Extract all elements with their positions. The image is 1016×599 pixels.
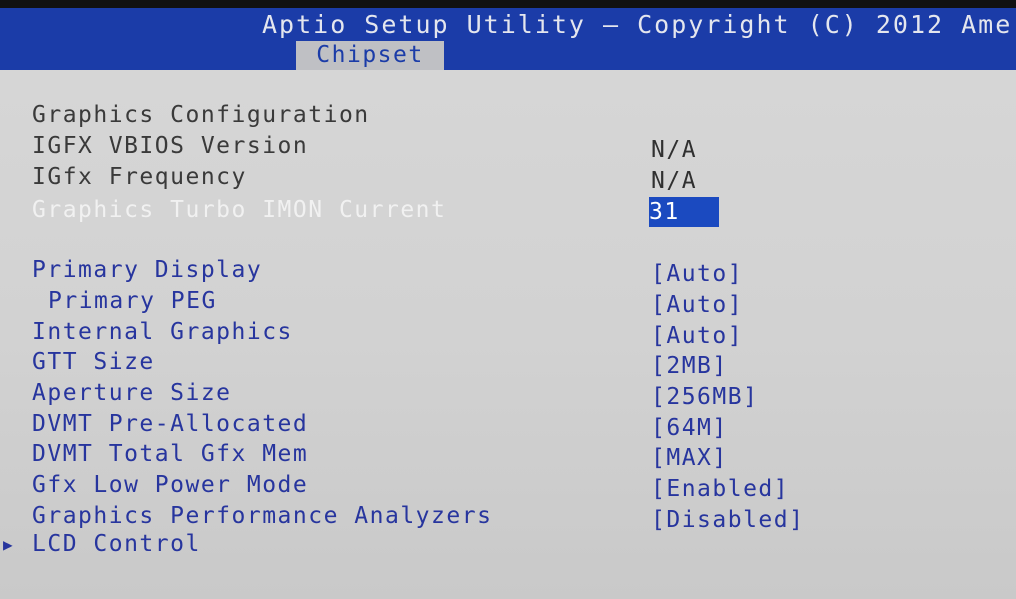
setting-row-graphics-performance-analyzers[interactable]: Graphics Performance Analyzers [Disabled… — [0, 503, 1016, 533]
setting-row-internal-graphics[interactable]: Internal Graphics [Auto] — [0, 319, 1016, 349]
section-title: Graphics Configuration — [32, 102, 370, 128]
bios-header: Aptio Setup Utility – Copyright (C) 2012… — [0, 8, 1016, 70]
setting-row-dvmt-pre-allocated[interactable]: DVMT Pre-Allocated [64M] — [0, 411, 1016, 441]
setting-value[interactable]: [Auto] — [651, 323, 743, 349]
setting-value[interactable]: [Auto] — [651, 292, 743, 318]
setting-row-dvmt-total-gfx-mem[interactable]: DVMT Total Gfx Mem [MAX] — [0, 441, 1016, 471]
setting-label: Gfx Low Power Mode — [32, 472, 309, 498]
setting-value[interactable]: [64M] — [651, 415, 728, 441]
info-row-igfx-frequency: IGfx Frequency N/A — [0, 164, 1016, 194]
setting-row-gtt-size[interactable]: GTT Size [2MB] — [0, 349, 1016, 379]
setting-row-aperture-size[interactable]: Aperture Size [256MB] — [0, 380, 1016, 410]
setting-row-gfx-low-power-mode[interactable]: Gfx Low Power Mode [Enabled] — [0, 472, 1016, 502]
setting-label: Primary PEG — [48, 288, 217, 314]
setting-label: Aperture Size — [32, 380, 232, 406]
setting-label: DVMT Pre-Allocated — [32, 411, 309, 437]
info-value: N/A — [651, 168, 698, 194]
submenu-lcd-control[interactable]: ▶ LCD Control — [0, 531, 1016, 561]
setting-row-primary-display[interactable]: Primary Display [Auto] — [0, 257, 1016, 287]
setting-value[interactable]: [Disabled] — [651, 507, 804, 533]
info-label: IGfx Frequency — [32, 164, 247, 190]
bios-title: Aptio Setup Utility – Copyright (C) 2012… — [262, 10, 1013, 39]
submenu-label: LCD Control — [32, 531, 201, 557]
setting-label: Primary Display — [32, 257, 263, 283]
setting-label: Graphics Turbo IMON Current — [32, 197, 447, 223]
setting-value[interactable]: [Enabled] — [651, 476, 789, 502]
info-label: IGFX VBIOS Version — [32, 133, 309, 159]
setting-value[interactable]: [Auto] — [651, 261, 743, 287]
setting-label: Internal Graphics — [32, 319, 293, 345]
setting-value[interactable]: [MAX] — [651, 445, 728, 471]
setting-label: Graphics Performance Analyzers — [32, 503, 493, 529]
setting-value[interactable]: [256MB] — [651, 384, 758, 410]
settings-panel: Graphics Configuration IGFX VBIOS Versio… — [0, 70, 1016, 599]
screen-top-edge — [0, 0, 1016, 8]
submenu-arrow-icon: ▶ — [3, 535, 15, 554]
setting-label: GTT Size — [32, 349, 155, 375]
section-heading-row: Graphics Configuration — [0, 102, 1016, 132]
imon-current-input[interactable]: 31 — [649, 197, 719, 227]
setting-row-primary-peg[interactable]: Primary PEG [Auto] — [0, 288, 1016, 318]
info-value: N/A — [651, 137, 698, 163]
tab-chipset[interactable]: Chipset — [296, 41, 444, 70]
setting-label: DVMT Total Gfx Mem — [32, 441, 309, 467]
setting-value[interactable]: [2MB] — [651, 353, 728, 379]
info-row-vbios-version: IGFX VBIOS Version N/A — [0, 133, 1016, 163]
setting-row-turbo-imon-current[interactable]: Graphics Turbo IMON Current 31 — [0, 197, 1016, 227]
